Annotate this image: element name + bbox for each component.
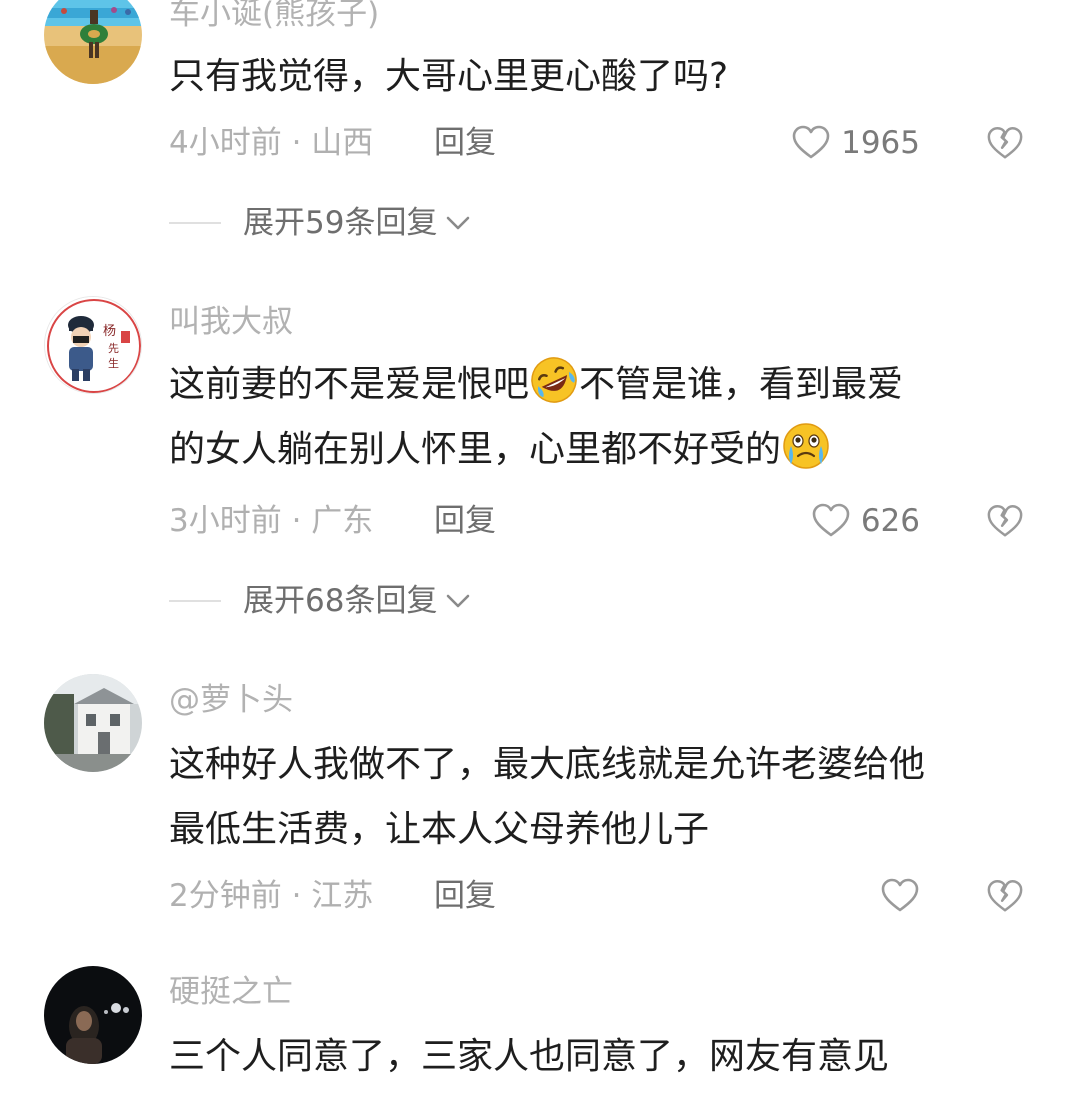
username[interactable]: @萝卜头 [169,680,293,720]
avatar-image [44,674,142,772]
avatar[interactable] [44,966,142,1064]
comment-line: 这种好人我做不了，最大底线就是允许老婆给他 [169,744,926,785]
username[interactable]: 硬挺之亡 [169,972,293,1012]
comment-text: 三个人同意了，三家人也同意了，网友有意见 [169,1024,1039,1089]
like-count: 1965 [841,125,920,161]
comment-meta: 3小时前 · 广东 [169,503,374,539]
avatar-image [44,0,142,84]
like-button[interactable]: 626 [811,501,920,541]
expand-replies-button[interactable]: 展开68条回复 [169,581,473,621]
svg-text:先: 先 [108,342,119,355]
username[interactable]: 叫我大叔 [169,302,293,342]
heart-outline-icon [791,123,831,163]
broken-heart-icon[interactable] [986,877,1024,915]
comment-line: 的女人躺在别人怀里，心里都不好受的 [169,417,1039,482]
expand-replies-label: 展开59条回复 [243,205,438,241]
heart-outline-icon [811,501,851,541]
comment-line: 最低生活费，让本人父母养他儿子 [169,809,710,850]
expand-replies-label: 展开68条回复 [243,583,438,619]
comment-meta: 4小时前 · 山西 [169,125,374,161]
avatar-image [44,966,142,1064]
avatar[interactable]: 杨 先 生 [44,296,142,394]
like-button[interactable] [880,876,920,916]
rofl-emoji [529,355,579,405]
comment-line: 这前妻的不是爱是恨吧 不管是谁，看到最爱 [169,352,1039,417]
chevron-down-icon [443,208,473,238]
comment-line: 只有我觉得，大哥心里更心酸了吗? [169,56,729,97]
reply-button[interactable]: 回复 [434,123,496,163]
like-count: 626 [860,503,920,539]
divider [169,600,221,602]
username[interactable]: 车小诞(熊孩子) [169,0,379,34]
svg-text:杨: 杨 [103,324,116,339]
expand-replies-button[interactable]: 展开59条回复 [169,203,473,243]
avatar[interactable] [44,674,142,772]
comment-meta: 2分钟前 · 江苏 [169,878,374,914]
crying-emoji [781,420,831,470]
broken-heart-icon[interactable] [986,502,1024,540]
comment-line: 三个人同意了，三家人也同意了，网友有意见 [169,1036,890,1077]
reply-button[interactable]: 回复 [434,501,496,541]
broken-heart-icon[interactable] [986,124,1024,162]
svg-text:生: 生 [108,356,119,370]
comment-text: 这种好人我做不了，最大底线就是允许老婆给他 最低生活费，让本人父母养他儿子 [169,732,1039,862]
avatar[interactable] [44,0,142,84]
like-button[interactable]: 1965 [791,123,920,163]
reply-button[interactable]: 回复 [434,876,496,916]
heart-outline-icon [880,876,920,916]
avatar-image: 杨 先 生 [45,297,141,393]
divider [169,222,221,224]
comment-text: 这前妻的不是爱是恨吧 不管是谁，看到最爱 的女人躺在别人怀里，心里都不好受的 [169,352,1039,482]
comment-text: 只有我觉得，大哥心里更心酸了吗? [169,44,1039,109]
chevron-down-icon [443,586,473,616]
